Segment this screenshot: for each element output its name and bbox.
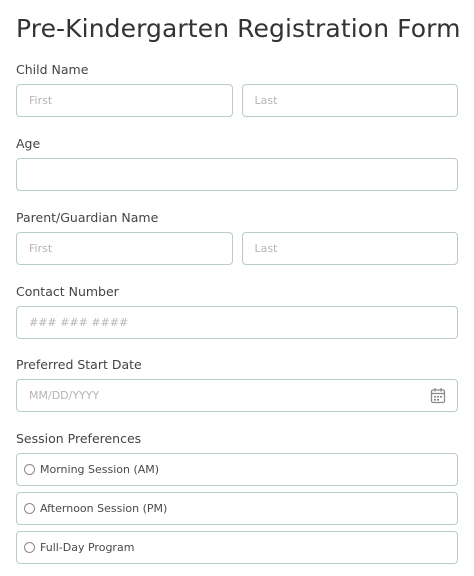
radio-circle-icon[interactable] — [24, 542, 35, 553]
parent-last-name-input[interactable] — [241, 232, 458, 265]
session-preferences-section: Session Preferences Morning Session (AM)… — [16, 431, 458, 570]
session-option-label: Morning Session (AM) — [40, 463, 160, 476]
parent-name-row — [16, 232, 458, 265]
parent-name-section: Parent/Guardian Name — [16, 210, 458, 265]
age-input[interactable] — [16, 158, 458, 191]
session-option-label: Full-Day Program — [40, 541, 135, 554]
session-option-afternoon[interactable]: Afternoon Session (PM) — [16, 492, 458, 525]
child-name-label: Child Name — [16, 62, 89, 77]
registration-form: Pre-Kindergarten Registration Form Child… — [0, 0, 474, 576]
start-date-wrapper — [16, 379, 458, 412]
age-label: Age — [16, 136, 41, 151]
form-title: Pre-Kindergarten Registration Form — [16, 14, 461, 43]
calendar-icon[interactable] — [430, 387, 446, 404]
age-section: Age — [16, 136, 458, 191]
start-date-section: Preferred Start Date — [16, 357, 458, 412]
contact-number-label: Contact Number — [16, 284, 119, 299]
session-option-full-day[interactable]: Full-Day Program — [16, 531, 458, 564]
contact-number-input[interactable] — [16, 306, 458, 339]
child-name-section: Child Name — [16, 62, 458, 117]
parent-name-label: Parent/Guardian Name — [16, 210, 159, 225]
start-date-label: Preferred Start Date — [16, 357, 142, 372]
session-option-label: Afternoon Session (PM) — [40, 502, 168, 515]
contact-section: Contact Number — [16, 284, 458, 339]
parent-first-name-input[interactable] — [16, 232, 233, 265]
child-name-row — [16, 84, 458, 117]
start-date-input[interactable] — [16, 379, 458, 412]
child-last-name-input[interactable] — [241, 84, 458, 117]
child-first-name-input[interactable] — [16, 84, 233, 117]
session-option-morning[interactable]: Morning Session (AM) — [16, 453, 458, 486]
radio-circle-icon[interactable] — [24, 503, 35, 514]
radio-circle-icon[interactable] — [24, 464, 35, 475]
session-preferences-label: Session Preferences — [16, 431, 142, 446]
